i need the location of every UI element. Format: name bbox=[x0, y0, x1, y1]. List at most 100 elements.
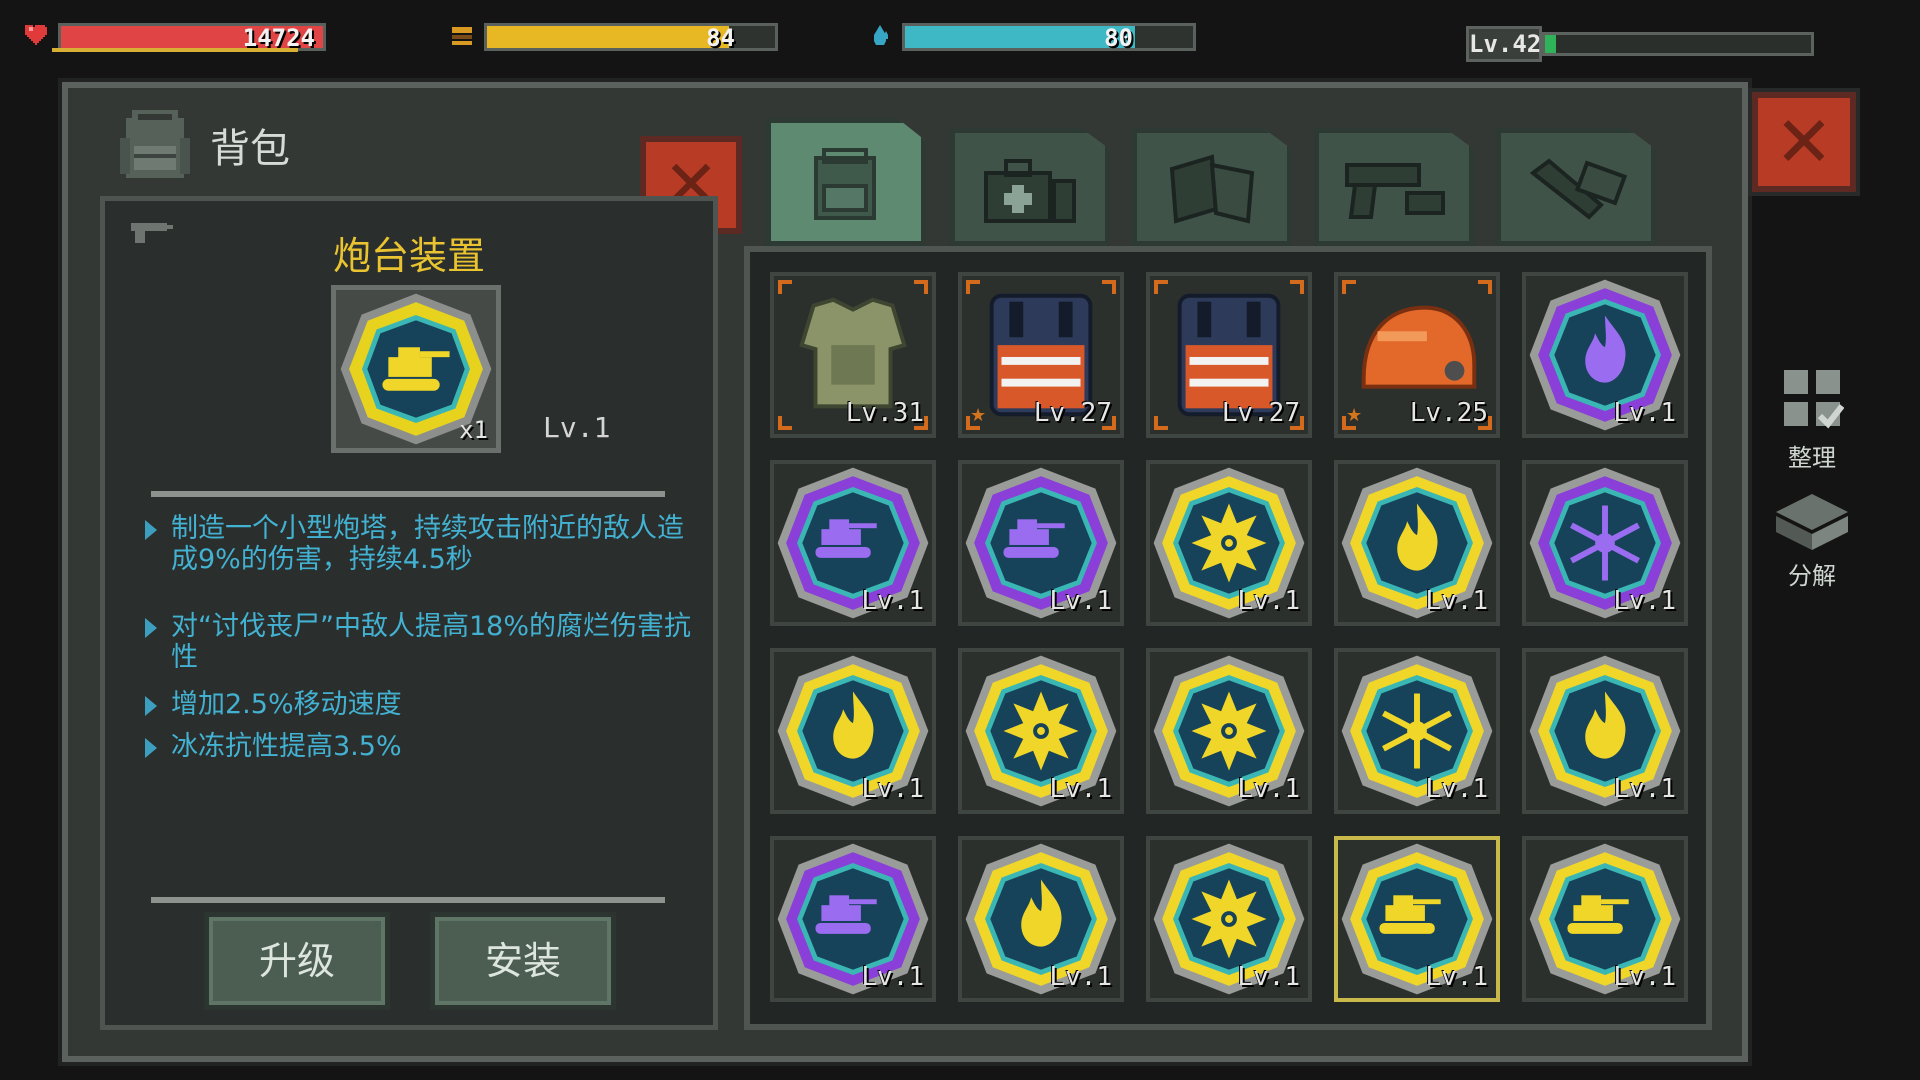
rarity-corner bbox=[1342, 280, 1356, 294]
divider-top bbox=[151, 491, 665, 497]
rarity-corner bbox=[1154, 416, 1168, 430]
inventory-slot-turret-chip[interactable]: Lv.1 bbox=[770, 836, 936, 1002]
dismantle-label: 分解 bbox=[1788, 562, 1836, 590]
desc-line: 对“讨伐丧尸”中敌人提高18%的腐烂伤害抗性 bbox=[145, 611, 705, 673]
slot-level: Lv.27 bbox=[1221, 398, 1300, 428]
item-count: x1 bbox=[459, 416, 488, 444]
star-icon: ★ bbox=[970, 405, 987, 426]
slot-level: Lv.1 bbox=[1049, 962, 1112, 992]
slot-level: Lv.1 bbox=[1613, 586, 1676, 616]
backpack-icon bbox=[814, 148, 876, 221]
inventory-slot-bomb-vest[interactable]: ★ Lv.27 bbox=[958, 272, 1124, 438]
rarity-corner bbox=[966, 280, 980, 294]
water-value: 80 bbox=[1104, 24, 1133, 52]
sort-grid-icon bbox=[1784, 370, 1845, 429]
inventory-slot-turret-chip[interactable]: Lv.1 bbox=[1334, 836, 1500, 1002]
divider-bottom bbox=[151, 897, 665, 903]
desc-text: 制造一个小型炮塔，持续攻击附近的敌人造成9%的伤害，持续4.5秒 bbox=[171, 513, 684, 575]
inventory-slot-burst-chip[interactable]: Lv.1 bbox=[1146, 460, 1312, 626]
water-bar: 80 bbox=[902, 23, 1196, 52]
inventory-slot-armor-vest[interactable]: Lv.31 bbox=[770, 272, 936, 438]
rarity-corner bbox=[1478, 280, 1492, 294]
inventory-slot-turret-chip[interactable]: Lv.1 bbox=[1522, 836, 1688, 1002]
slot-level: Lv.1 bbox=[1613, 962, 1676, 992]
tab-materials[interactable] bbox=[1132, 128, 1292, 246]
inventory-slot-burst-chip[interactable]: Lv.1 bbox=[1146, 836, 1312, 1002]
slot-level: Lv.1 bbox=[1425, 962, 1488, 992]
close-panel-button[interactable]: ✕ bbox=[1752, 92, 1856, 192]
desc-text: 增加2.5%移动速度 bbox=[171, 689, 402, 720]
slot-level: Lv.1 bbox=[1237, 962, 1300, 992]
sort-label: 整理 bbox=[1788, 444, 1836, 472]
desc-line: 冰冻抗性提高3.5% bbox=[145, 731, 705, 762]
inventory-slot-fire-chip[interactable]: Lv.1 bbox=[770, 648, 936, 814]
slot-level: Lv.1 bbox=[1613, 398, 1676, 428]
tab-tools[interactable] bbox=[1496, 128, 1656, 246]
inventory-slot-burst-chip[interactable]: Lv.1 bbox=[1146, 648, 1312, 814]
slot-level: Lv.1 bbox=[1613, 774, 1676, 804]
inventory-slot-helmet[interactable]: ★ Lv.25 bbox=[1334, 272, 1500, 438]
panel-title: 背包 bbox=[210, 126, 290, 172]
rarity-corner bbox=[778, 280, 792, 294]
level-label: Lv.42 bbox=[1466, 26, 1542, 62]
slot-level: Lv.1 bbox=[1049, 586, 1112, 616]
install-button[interactable]: 安装 bbox=[430, 912, 616, 1010]
dismantle-cube-icon bbox=[1776, 494, 1848, 550]
food-icon bbox=[448, 23, 476, 51]
slot-level: Lv.25 bbox=[1409, 398, 1488, 428]
hp-bar: 14724 bbox=[58, 23, 326, 52]
slot-level: Lv.27 bbox=[1033, 398, 1112, 428]
slot-level: Lv.1 bbox=[861, 774, 924, 804]
rarity-corner bbox=[914, 280, 928, 294]
item-preview: x1 bbox=[331, 285, 501, 453]
desc-text: 对“讨伐丧尸”中敌人提高18%的腐烂伤害抗性 bbox=[171, 611, 691, 673]
backpack-icon bbox=[114, 106, 196, 182]
close-icon: ✕ bbox=[1774, 101, 1834, 183]
food-bar-group: 84 bbox=[448, 20, 778, 54]
inventory-slot-fire-chip[interactable]: Lv.1 bbox=[1522, 272, 1688, 438]
slot-level: Lv.1 bbox=[1237, 586, 1300, 616]
sort-button[interactable]: 整理 bbox=[1770, 366, 1854, 473]
tab-backpack[interactable] bbox=[766, 118, 926, 246]
rarity-corner bbox=[1102, 280, 1116, 294]
food-fill bbox=[487, 26, 729, 48]
item-name: 炮台装置 bbox=[332, 234, 485, 278]
rarity-corner bbox=[1290, 280, 1304, 294]
inventory-slot-turret-chip[interactable]: Lv.1 bbox=[770, 460, 936, 626]
inventory-slot-fire-chip[interactable]: Lv.1 bbox=[958, 836, 1124, 1002]
item-detail-pane: 炮台装置 x1 Lv.1 制造一个小型炮塔，持续攻击附近的敌人造成9%的伤害，持… bbox=[100, 196, 718, 1030]
level-group: Lv.42 bbox=[1466, 26, 1814, 62]
inventory-slot-frost-chip[interactable]: Lv.1 bbox=[1334, 648, 1500, 814]
star-icon: ★ bbox=[1346, 405, 1363, 426]
slot-level: Lv.1 bbox=[1425, 586, 1488, 616]
rarity-corner bbox=[778, 416, 792, 430]
bullet-icon bbox=[145, 696, 157, 716]
inventory-slot-fire-chip[interactable]: Lv.1 bbox=[1334, 460, 1500, 626]
rarity-corner bbox=[1154, 280, 1168, 294]
inventory-slot-turret-chip[interactable]: Lv.1 bbox=[958, 460, 1124, 626]
tab-weapons[interactable] bbox=[1314, 128, 1474, 246]
tab-medical[interactable] bbox=[950, 128, 1110, 246]
upgrade-button[interactable]: 升级 bbox=[204, 912, 390, 1010]
dismantle-button[interactable]: 分解 bbox=[1770, 490, 1854, 591]
materials-icon bbox=[1169, 154, 1255, 224]
bullet-icon bbox=[145, 618, 157, 638]
desc-line: 增加2.5%移动速度 bbox=[145, 689, 705, 720]
pistol-icon bbox=[1345, 163, 1445, 220]
inventory-slot-burst-chip[interactable]: Lv.1 bbox=[958, 648, 1124, 814]
inventory-slot-fire-chip[interactable]: Lv.1 bbox=[1522, 648, 1688, 814]
hp-underline bbox=[52, 48, 298, 52]
top-hud: 14724 84 80 Lv.42 bbox=[0, 10, 1920, 62]
xp-bar bbox=[1542, 32, 1814, 56]
wrench-icon bbox=[1529, 158, 1628, 220]
inventory-grid: Lv.31 ★ Lv.27 Lv.27 ★ Lv.25 Lv.1 Lv.1 Lv… bbox=[744, 246, 1712, 1030]
food-bar: 84 bbox=[484, 23, 778, 52]
bullet-icon bbox=[145, 520, 157, 540]
slot-level: Lv.31 bbox=[845, 398, 924, 428]
desc-text: 冰冻抗性提高3.5% bbox=[171, 731, 402, 762]
water-bar-group: 80 bbox=[866, 20, 1196, 54]
inventory-slot-frost-chip[interactable]: Lv.1 bbox=[1522, 460, 1688, 626]
slot-level: Lv.1 bbox=[861, 962, 924, 992]
inventory-slot-bomb-vest[interactable]: Lv.27 bbox=[1146, 272, 1312, 438]
slot-level: Lv.1 bbox=[1425, 774, 1488, 804]
